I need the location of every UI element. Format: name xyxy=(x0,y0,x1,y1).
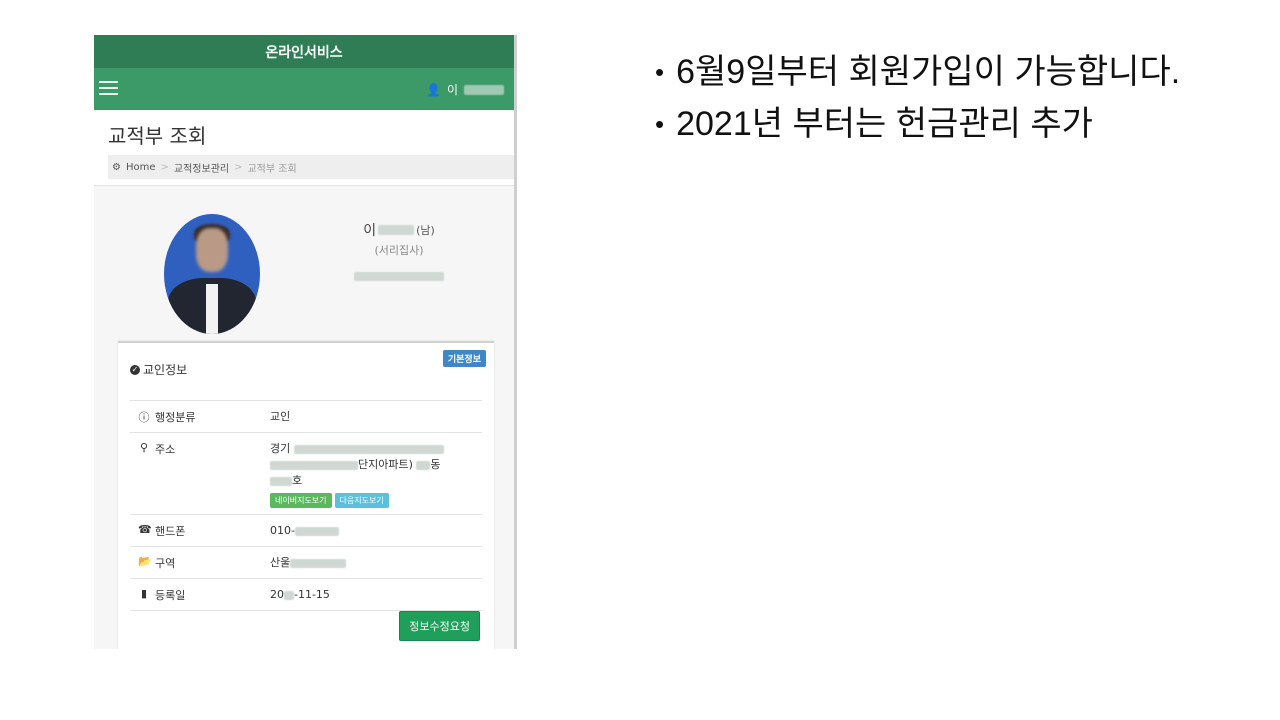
bookmark-icon: ▮ xyxy=(140,587,148,600)
app-title-bar: 온라인서비스 xyxy=(94,35,514,68)
address-dong: 동 xyxy=(430,458,441,471)
breadcrumb-church-info[interactable]: 교적정보관리 xyxy=(174,160,229,175)
breadcrumb-current: 교적부 조회 xyxy=(247,163,297,175)
admin-class-label: 행정분류 xyxy=(155,411,196,424)
profile-info: 이 (남) (서리집사) xyxy=(344,220,454,285)
phone-redacted xyxy=(294,526,339,536)
area-prefix: 산울 xyxy=(270,556,291,569)
info-icon: ⓘ xyxy=(138,411,150,424)
address-redacted xyxy=(293,444,444,454)
admin-class-value: 교인 xyxy=(270,410,291,423)
profile-gender: (남) xyxy=(416,224,435,237)
daum-map-button[interactable]: 다음지도보기 xyxy=(334,493,389,508)
naver-map-button[interactable]: 네이버지도보기 xyxy=(270,493,332,508)
profile-name-redacted xyxy=(378,225,415,235)
address-ho: 호 xyxy=(292,474,303,487)
address-value: 경기 단지아파트) 동 호 네이버지도보기 다음지도보기 xyxy=(270,433,482,514)
slide-bullets: • 6월9일부터 회원가입이 가능합니다. • 2021년 부터는 헌금관리 추… xyxy=(655,52,1215,156)
breadcrumb: ⚙ Home > 교적정보관리 > 교적부 조회 xyxy=(108,155,514,179)
member-info-card: 기본정보 ✓ 교인정보 ⓘ 행정분류 교인 ⚲ 주소 경기 단지아파트) 동 호… xyxy=(118,341,494,649)
page-title: 교적부 조회 xyxy=(108,124,207,148)
user-name-redacted xyxy=(464,84,504,95)
table-row: 📂 구역 산울 xyxy=(130,547,482,579)
profile-extra-redacted xyxy=(354,272,444,281)
request-edit-button[interactable]: 정보수정요청 xyxy=(399,611,480,641)
scrollbar[interactable] xyxy=(514,35,517,275)
mobile-screenshot: 온라인서비스 👤 이 교적부 조회 ⚙ Home > 교적정보관리 > 교적부 … xyxy=(94,35,517,649)
card-title: ✓ 교인정보 xyxy=(130,361,187,378)
reg-date-label: 등록일 xyxy=(155,589,186,602)
user-menu[interactable]: 👤 이 xyxy=(426,81,504,98)
phone-value: 010- xyxy=(270,515,482,546)
row-label: ⓘ 행정분류 xyxy=(130,401,270,432)
table-row: ⚲ 주소 경기 단지아파트) 동 호 네이버지도보기 다음지도보기 xyxy=(130,433,482,515)
avatar xyxy=(164,214,260,334)
address-label: 주소 xyxy=(155,443,176,456)
profile-name-prefix: 이 xyxy=(363,223,377,239)
basic-info-badge: 기본정보 xyxy=(442,350,486,367)
bullet-dot: • xyxy=(655,57,665,87)
table-row: ▮ 등록일 20 -11-15 xyxy=(130,579,482,611)
area-value: 산울 xyxy=(270,547,482,578)
breadcrumb-separator: > xyxy=(234,161,243,173)
address-apartment: 단지아파트) xyxy=(358,458,413,471)
folder-open-icon: 📂 xyxy=(138,555,152,568)
map-marker-icon: ⚲ xyxy=(139,441,149,454)
reg-date-value: 20 -11-15 xyxy=(270,579,482,610)
bullet-text: 2021년 부터는 헌금관리 추가 xyxy=(676,105,1093,143)
user-name: 이 xyxy=(446,83,458,97)
phone-prefix: 010- xyxy=(270,524,295,537)
dashboard-icon: ⚙ xyxy=(112,161,121,173)
address-redacted xyxy=(416,460,431,470)
bullet-item: • 6월9일부터 회원가입이 가능합니다. xyxy=(655,52,1215,92)
profile-section: 이 (남) (서리집사) xyxy=(94,186,514,336)
row-label: ▮ 등록일 xyxy=(130,579,270,610)
phone-label: 핸드폰 xyxy=(155,525,186,538)
card-title-text: 교인정보 xyxy=(143,363,188,377)
breadcrumb-home[interactable]: Home xyxy=(126,162,156,173)
user-icon: 👤 xyxy=(426,82,441,97)
area-redacted xyxy=(290,558,347,568)
address-redacted xyxy=(270,460,358,470)
info-table: ⓘ 행정분류 교인 ⚲ 주소 경기 단지아파트) 동 호 네이버지도보기 다음지… xyxy=(130,400,482,611)
reg-date-redacted xyxy=(284,590,294,600)
row-label: ☎ 핸드폰 xyxy=(130,515,270,546)
address-redacted xyxy=(270,476,292,486)
page-header: 교적부 조회 ⚙ Home > 교적정보관리 > 교적부 조회 xyxy=(94,110,514,186)
table-row: ⓘ 행정분류 교인 xyxy=(130,401,482,433)
address-prefix: 경기 xyxy=(270,442,291,455)
profile-role: (서리집사) xyxy=(374,244,424,257)
row-label: ⚲ 주소 xyxy=(130,433,270,514)
breadcrumb-separator: > xyxy=(160,161,169,173)
bullet-item: • 2021년 부터는 헌금관리 추가 xyxy=(655,104,1215,144)
bullet-text: 6월9일부터 회원가입이 가능합니다. xyxy=(676,53,1181,91)
bullet-dot: • xyxy=(655,109,665,139)
check-circle-icon: ✓ xyxy=(130,364,140,375)
navbar: 👤 이 xyxy=(94,68,514,110)
app-title: 온라인서비스 xyxy=(265,44,343,61)
menu-icon[interactable] xyxy=(99,81,118,95)
area-label: 구역 xyxy=(155,557,176,570)
row-label: 📂 구역 xyxy=(130,547,270,578)
phone-icon: ☎ xyxy=(138,523,152,536)
reg-date-prefix: 20 xyxy=(270,588,284,601)
profile-name: 이 (남) xyxy=(344,220,454,240)
table-row: ☎ 핸드폰 010- xyxy=(130,515,482,547)
reg-date-suffix: -11-15 xyxy=(294,588,330,601)
